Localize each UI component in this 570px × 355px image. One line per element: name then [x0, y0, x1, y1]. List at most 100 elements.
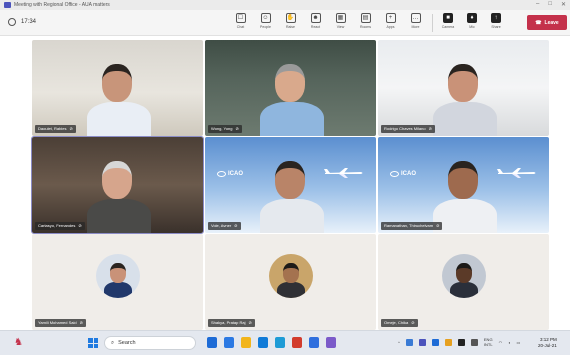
avatar-torso	[450, 282, 478, 298]
toolbar-item-label: React	[310, 25, 321, 29]
taskbar-clock[interactable]: 3:12 PM 20-Jul-21	[538, 337, 557, 349]
participant-video	[32, 40, 203, 136]
toolbar-people-button[interactable]: ☺ People	[253, 13, 278, 32]
window-title: Meeting with Regional Office - AUA matte…	[14, 2, 110, 8]
taskbar-search[interactable]: ⌕ Search	[104, 336, 196, 350]
participant-torso	[433, 102, 497, 136]
participant-tile[interactable]: Yamili Mohamed Said ⊘	[32, 234, 203, 330]
participant-tile[interactable]: Cartasyo, Fernandes ⊘	[31, 136, 204, 234]
toolbar-item-label: Camera	[441, 25, 455, 29]
leave-button[interactable]: ☎ Leave	[527, 15, 567, 30]
participant-torso	[260, 102, 324, 136]
taskbar-app-icon[interactable]	[258, 337, 268, 348]
participant-torso	[433, 199, 497, 233]
share-icon: ↑	[491, 13, 501, 23]
toolbar-actions: ☐ Chat ☺ People ✋ Raise ☻ React ▦ View ▤ Rooms + Apps…	[228, 13, 507, 32]
tray-mic-icon[interactable]	[457, 338, 465, 346]
toolbar-mic-button[interactable]: ♦ Mic	[461, 13, 483, 32]
participant-tile[interactable]: Daoulet, Rabies ⊘	[32, 40, 203, 136]
widgets-icon[interactable]: ♞	[14, 336, 26, 350]
taskbar-app-icon[interactable]	[326, 337, 336, 348]
participant-head	[448, 64, 478, 102]
mic-muted-icon: ⊘	[69, 126, 73, 131]
mic-muted-icon: ⊘	[428, 126, 432, 131]
participant-avatar	[442, 254, 486, 298]
meeting-toolbar: 17:34 ☐ Chat ☺ People ✋ Raise ☻ React ▦ View ▤ Room…	[0, 10, 570, 36]
toolbar-item-label: More	[411, 25, 420, 29]
mic-muted-icon: ⊘	[79, 320, 83, 325]
toolbar-camera-button[interactable]: ■ Camera	[437, 13, 459, 32]
toolbar-item-label: Chat	[236, 25, 245, 29]
close-icon[interactable]: ✕	[561, 1, 566, 8]
participant-name-label: Vole, Avner ⊘	[208, 222, 241, 230]
tray-app-icon[interactable]	[405, 338, 413, 346]
meeting-timer: 17:34	[8, 18, 36, 26]
more-icon: …	[410, 13, 421, 23]
toolbar-rooms-button[interactable]: ▤ Rooms	[353, 13, 378, 32]
wifi-icon[interactable]: ◠	[499, 340, 503, 345]
raise-hand-icon: ✋	[285, 13, 296, 23]
avatar-torso	[277, 282, 305, 298]
participant-torso	[260, 199, 324, 233]
chevron-up-icon[interactable]: ^	[398, 340, 400, 345]
toolbar-item-label: Rooms	[359, 25, 372, 29]
tray-teams-icon[interactable]	[418, 338, 426, 346]
toolbar-item-label: People	[260, 25, 271, 29]
maximize-icon[interactable]: □	[548, 1, 552, 8]
participant-name: Wong, Yong	[211, 126, 233, 131]
participant-torso	[87, 102, 151, 136]
taskbar-app-icon[interactable]	[241, 337, 251, 348]
toolbar-react-button[interactable]: ☻ React	[303, 13, 328, 32]
participant-tile[interactable]: Rodrigo Chaves Milano ⊘	[378, 40, 549, 136]
tray-network-icon[interactable]	[470, 338, 478, 346]
minimize-icon[interactable]: –	[536, 1, 539, 8]
toolbar-apps-button[interactable]: + Apps	[378, 13, 403, 32]
participant-torso	[87, 199, 151, 233]
battery-icon[interactable]: ▭	[516, 340, 520, 345]
participant-tile[interactable]: Wong, Yong ⊘	[205, 40, 376, 136]
taskbar-app-icon[interactable]	[224, 337, 234, 348]
camera-icon: ■	[443, 13, 453, 23]
window-titlebar: Meeting with Regional Office - AUA matte…	[0, 0, 570, 10]
participant-tile[interactable]: Shakya, Pratap Raj ⊘	[205, 234, 376, 330]
toolbar-item-label: Apps	[386, 25, 395, 29]
mic-icon: ♦	[467, 13, 477, 23]
clock-date: 20-Jul-21	[538, 343, 557, 348]
toolbar-share-button[interactable]: ↑ Share	[485, 13, 507, 32]
rooms-icon: ▤	[360, 13, 371, 23]
taskbar-app-icon[interactable]	[275, 337, 285, 348]
tray-security-icon[interactable]	[444, 338, 452, 346]
toolbar-chat-button[interactable]: ☐ Chat	[228, 13, 253, 32]
toolbar-item-label: View	[336, 25, 345, 29]
windows-start-icon[interactable]	[88, 338, 98, 348]
tray-onedrive-icon[interactable]	[431, 338, 439, 346]
toolbar-more-button[interactable]: … More	[403, 13, 428, 32]
toolbar-raise-button[interactable]: ✋ Raise	[278, 13, 303, 32]
mic-muted-icon: ⊘	[436, 223, 440, 228]
participant-name-label: Shakya, Pratap Raj ⊘	[208, 319, 255, 327]
window-controls: – □ ✕	[536, 1, 566, 8]
participant-tile[interactable]: ICAO Vole, Avner ⊘	[205, 137, 376, 233]
volume-icon[interactable]: ◖	[508, 340, 510, 345]
participant-name-label: Cartasyo, Fernandes ⊘	[35, 222, 85, 230]
participant-name-label: Daoulet, Rabies ⊘	[35, 125, 76, 133]
participant-name-label: Wong, Yong ⊘	[208, 125, 242, 133]
participant-head	[102, 64, 132, 102]
participant-tile[interactable]: Omeje, Chika ⊘	[378, 234, 549, 330]
participant-avatar	[96, 254, 140, 298]
system-tray: ^ ENG INTL ◠ ◖ ▭	[398, 337, 520, 347]
react-icon: ☻	[310, 13, 321, 23]
participant-video	[378, 40, 549, 136]
participant-head	[275, 64, 305, 102]
mic-muted-icon: ⊘	[235, 126, 239, 131]
taskbar-app-icon[interactable]	[207, 337, 217, 348]
participant-tile[interactable]: ICAO Ramanathan, Thiruchelvam ⊘	[378, 137, 549, 233]
participant-name: Omeje, Chika	[384, 320, 409, 325]
device-controls: ■ Camera ♦ Mic ↑ Share	[437, 13, 507, 32]
taskbar-app-icon[interactable]	[292, 337, 302, 348]
language-indicator[interactable]: ENG INTL	[484, 337, 493, 347]
toolbar-view-button[interactable]: ▦ View	[328, 13, 353, 32]
participant-name: Shakya, Pratap Raj	[211, 320, 246, 325]
leave-label: Leave	[544, 19, 559, 26]
taskbar-app-icon[interactable]	[309, 337, 319, 348]
